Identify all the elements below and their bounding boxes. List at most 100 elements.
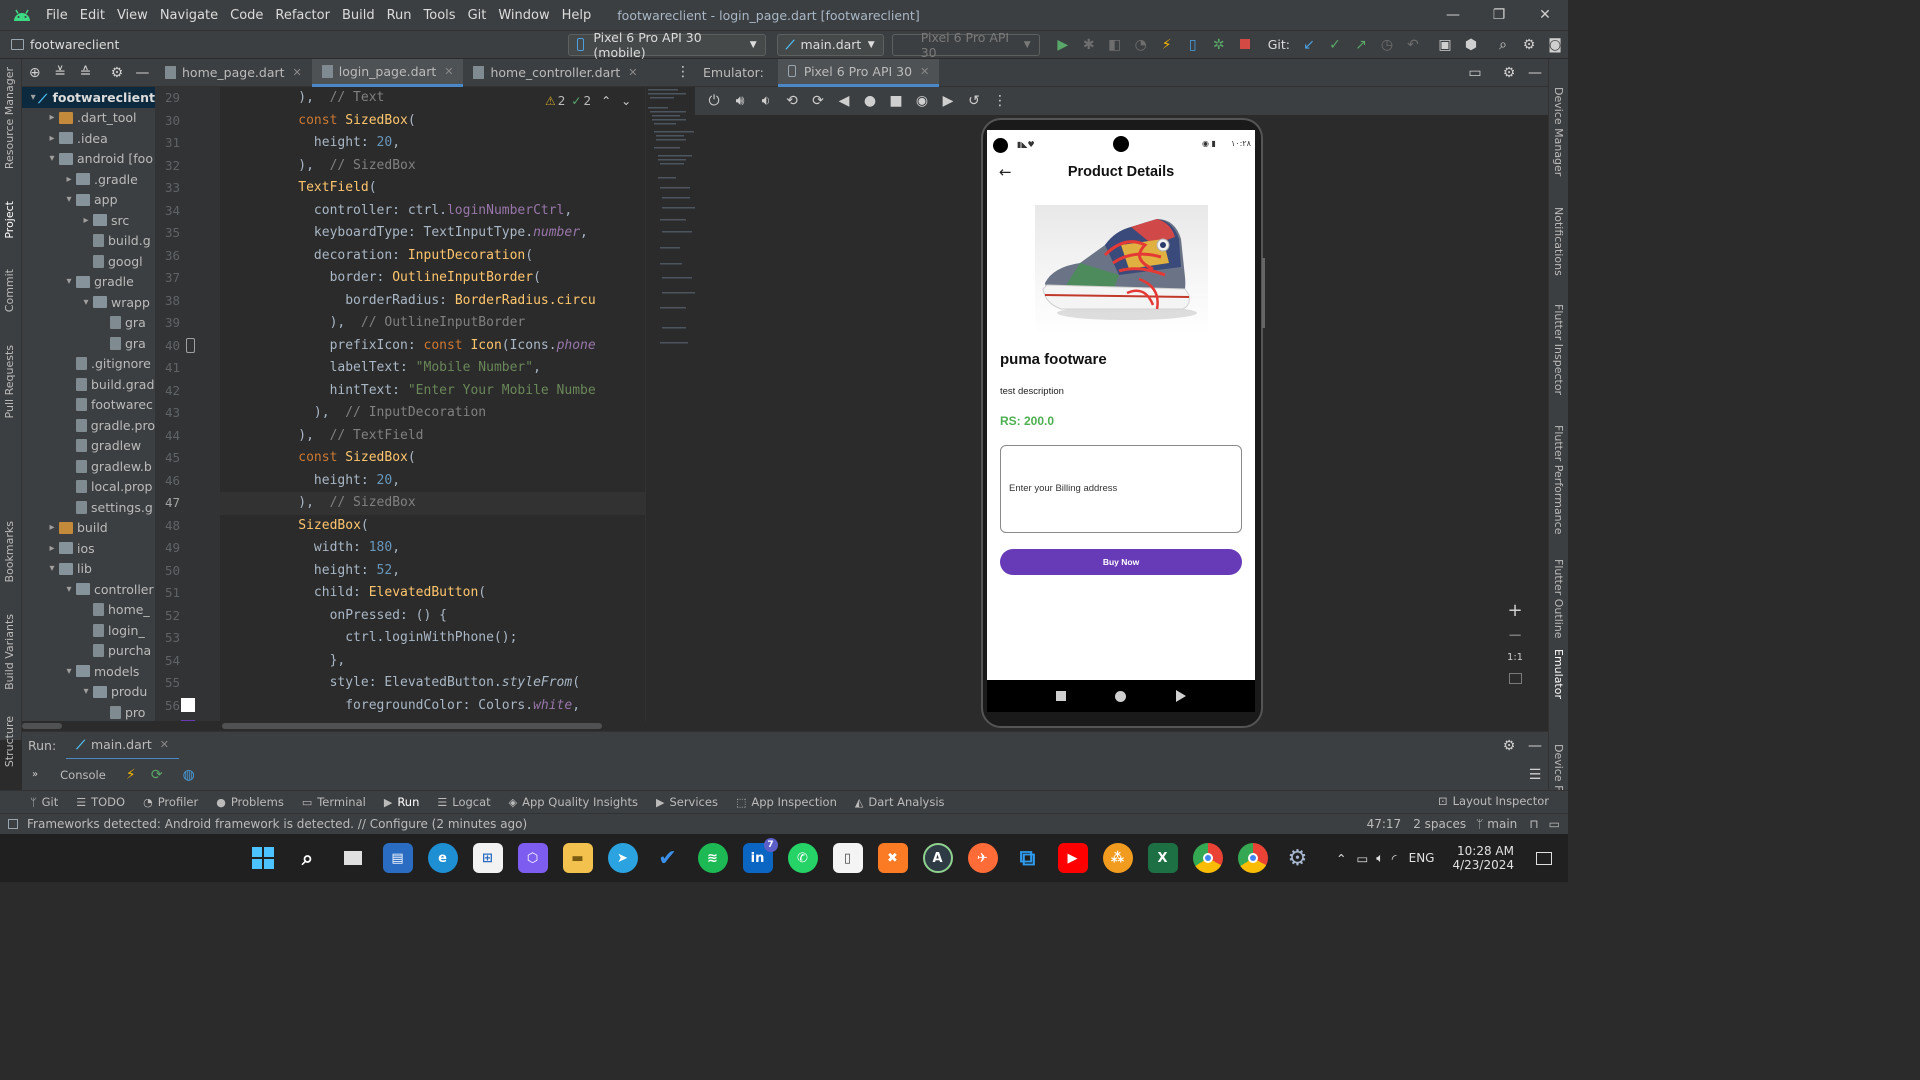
run-settings-gear-icon[interactable]: ⚙ (1500, 737, 1518, 755)
zoom-in-icon[interactable]: + (1500, 600, 1530, 621)
apply-changes-icon[interactable]: ▯ (1184, 36, 1202, 54)
tree-item[interactable]: gradle.pro (22, 415, 155, 436)
code-line[interactable]: SizedBox( (220, 515, 645, 538)
linkedin-icon[interactable]: in 7 (742, 838, 778, 873)
file-explorer-icon[interactable]: ▬ (562, 843, 593, 873)
zoom-reset[interactable]: 1:1 (1500, 652, 1530, 663)
spotify-icon[interactable]: ≋ (697, 843, 728, 873)
expand-toolbar-icon[interactable]: » (32, 769, 38, 780)
next-highlight-icon[interactable]: ⌄ (621, 94, 631, 108)
expand-arrow-icon[interactable]: ▾ (62, 666, 76, 677)
excel-icon[interactable]: X (1147, 843, 1178, 873)
network-app-icon[interactable]: ⁂ (1102, 843, 1133, 873)
code-line[interactable]: controller: ctrl.loginNumberCtrl, (220, 200, 645, 223)
git-branch[interactable]: main (1487, 817, 1517, 831)
tree-item[interactable]: ▸ .dart_tool (22, 108, 155, 129)
code-line[interactable]: height: 52, (220, 560, 645, 583)
start-windows-icon[interactable] (248, 843, 278, 873)
menu-item-navigate[interactable]: Navigate (160, 8, 218, 23)
expand-arrow-icon[interactable]: ▸ (62, 174, 76, 185)
task-view-icon[interactable] (338, 843, 368, 873)
back-icon[interactable]: ◀ (835, 92, 853, 110)
tree-item[interactable]: ▾ models (22, 661, 155, 682)
screen-record-icon[interactable]: ▶ (939, 92, 957, 110)
run-tab-main[interactable]: ⟋ main.dart ✕ (66, 732, 180, 760)
tree-item[interactable]: ▾ wrapp (22, 292, 155, 313)
tray-overflow-icon[interactable]: ⌃ (1336, 851, 1346, 866)
collapse-all-icon[interactable]: ≙ (77, 64, 94, 82)
hot-restart-icon[interactable]: ⟳ (148, 766, 166, 784)
menu-item-file[interactable]: File (46, 8, 68, 23)
device-selector[interactable]: Pixel 6 Pro API 30 (mobile) ▼ (567, 30, 766, 60)
editor-more-tabs-icon[interactable]: ⋮ (676, 64, 690, 80)
code-line[interactable]: child: ElevatedButton( (220, 582, 645, 605)
close-window-button[interactable]: ✕ (1522, 7, 1568, 23)
panel-options-gear-icon[interactable]: ⚙ (108, 64, 125, 82)
menu-item-tools[interactable]: Tools (424, 8, 456, 23)
zoom-out-icon[interactable]: − (1500, 625, 1530, 646)
code-line[interactable]: }, (220, 650, 645, 673)
menu-item-view[interactable]: View (117, 8, 148, 23)
language-indicator[interactable]: ENG (1409, 851, 1435, 865)
horizontal-scrollbar[interactable] (22, 721, 695, 731)
expand-arrow-icon[interactable]: ▸ (45, 112, 59, 123)
code-line[interactable]: border: OutlineInputBorder( (220, 267, 645, 290)
edge-browser-icon[interactable]: e (427, 843, 458, 873)
tool-window-dart-analysis[interactable]: ◭ Dart Analysis (855, 795, 945, 809)
code-editor[interactable]: ), // Text const SizedBox( height: 20, )… (220, 87, 645, 721)
maximize-button[interactable]: ❐ (1476, 7, 1522, 23)
notepad-icon[interactable]: ▯ (832, 843, 863, 873)
close-tab-icon[interactable]: ✕ (160, 738, 169, 751)
menu-item-code[interactable]: Code (230, 8, 263, 23)
menu-item-run[interactable]: Run (387, 8, 412, 23)
device-manager-icon[interactable]: ▣ (1436, 36, 1454, 54)
code-line[interactable]: keyboardType: TextInputType.number, (220, 222, 645, 245)
snapshot-icon[interactable]: ↺ (965, 92, 983, 110)
caret-position[interactable]: 47:17 (1367, 817, 1402, 831)
indent-setting[interactable]: 2 spaces (1413, 817, 1466, 831)
tree-item[interactable]: settings.g (22, 497, 155, 518)
tree-item[interactable]: gra (22, 333, 155, 354)
home-icon[interactable]: ● (861, 92, 879, 110)
overview-icon[interactable]: ■ (887, 92, 905, 110)
todo-icon[interactable]: ✔ (653, 843, 683, 873)
code-line[interactable]: height: 20, (220, 132, 645, 155)
telegram-icon[interactable]: ➤ (607, 843, 638, 873)
dart-devtools-icon[interactable]: ◍ (180, 766, 198, 784)
battery-icon[interactable]: ▭ (1356, 851, 1368, 866)
search-icon[interactable]: ⌕ (293, 843, 323, 873)
strip-commit[interactable]: Commit (3, 269, 16, 312)
zoom-fit-icon[interactable] (1508, 673, 1522, 684)
youtube-icon[interactable]: ▶ (1057, 843, 1088, 873)
coverage-icon[interactable]: ◧ (1106, 36, 1124, 54)
lock-icon[interactable]: ⊓ (1529, 817, 1538, 831)
code-line[interactable]: ), // OutlineInputBorder (220, 312, 645, 335)
expand-arrow-icon[interactable]: ▾ (28, 92, 38, 103)
menu-item-window[interactable]: Window (498, 8, 549, 23)
git-push-icon[interactable]: ↗ (1352, 36, 1370, 54)
tree-item[interactable]: googl (22, 251, 155, 272)
code-line[interactable]: hintText: "Enter Your Mobile Numbe (220, 380, 645, 403)
attach-debugger-icon[interactable]: ✲ (1210, 36, 1228, 54)
profile-avatar-icon[interactable]: ◙ (1546, 36, 1564, 54)
code-line[interactable]: labelText: "Mobile Number", (220, 357, 645, 380)
tree-item[interactable]: ▸ .idea (22, 128, 155, 149)
tree-item[interactable]: home_ (22, 600, 155, 621)
strip-bookmarks[interactable]: Bookmarks (3, 521, 16, 582)
tool-window-problems[interactable]: ● Problems (216, 795, 284, 809)
profile-icon[interactable]: ◔ (1132, 36, 1150, 54)
code-line[interactable]: onPressed: () { (220, 605, 645, 628)
tree-item[interactable]: build.g (22, 231, 155, 252)
editor-tab[interactable]: login_page.dart ✕ (311, 58, 464, 87)
strip-device-manager[interactable]: Device Manager (1552, 87, 1565, 176)
close-tab-icon[interactable]: ✕ (293, 66, 302, 79)
menu-item-build[interactable]: Build (342, 8, 375, 23)
expand-arrow-icon[interactable]: ▾ (62, 276, 76, 287)
status-toggle-icon[interactable] (8, 819, 18, 829)
tree-item[interactable]: gradlew (22, 436, 155, 457)
tree-item[interactable]: ▸ build (22, 518, 155, 539)
emulator-tab[interactable]: Pixel 6 Pro API 30 ✕ (777, 58, 940, 87)
hide-emulator-icon[interactable]: — (1526, 64, 1544, 82)
expand-arrow-icon[interactable]: ▾ (79, 297, 93, 308)
locate-file-icon[interactable]: ⊕ (26, 64, 43, 82)
